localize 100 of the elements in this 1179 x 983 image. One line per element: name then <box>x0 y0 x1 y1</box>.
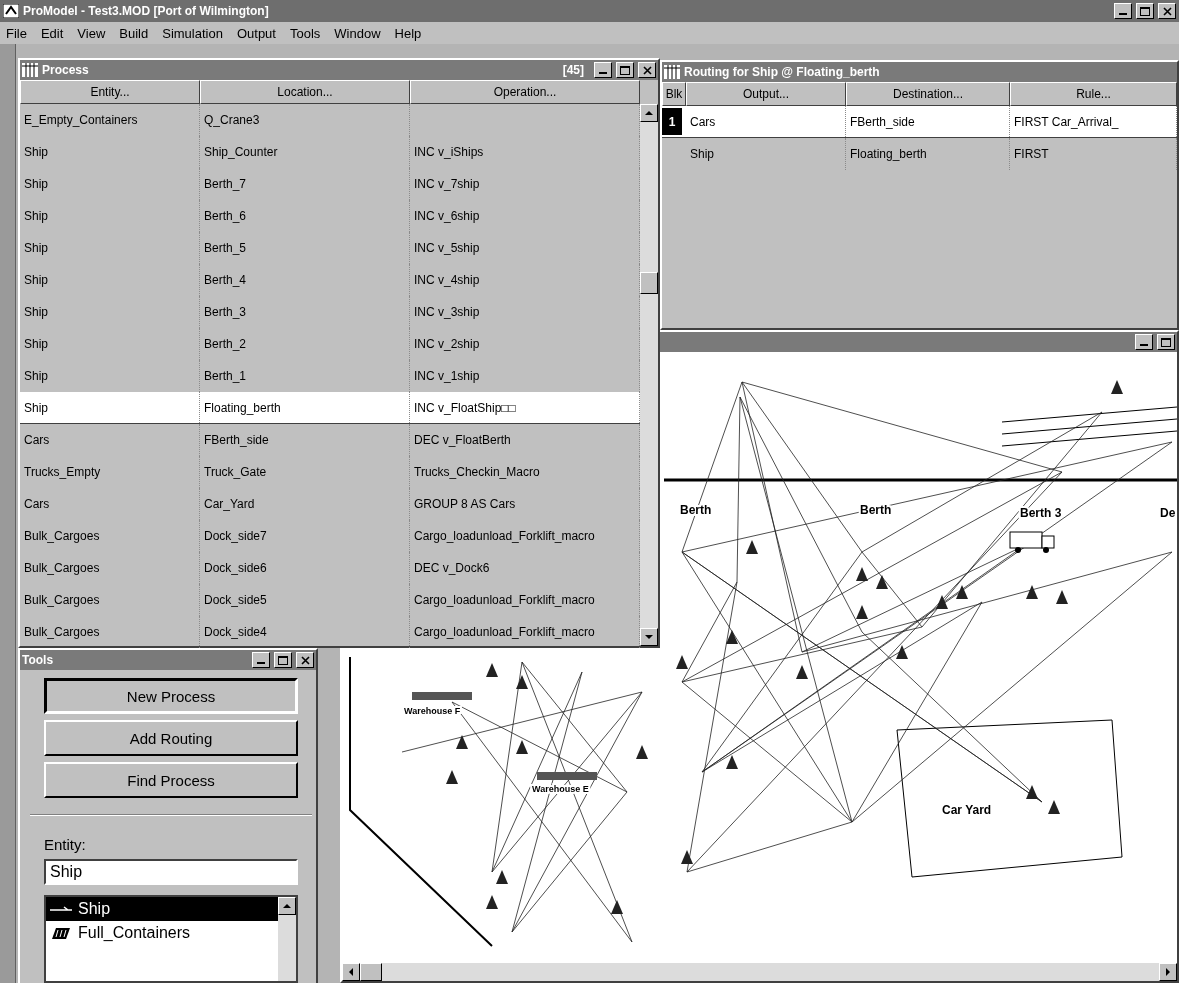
warehouse-icon <box>412 692 472 700</box>
table-cell: Floating_berth <box>200 392 410 423</box>
location-label: Berth 3 <box>1020 506 1062 520</box>
menu-item[interactable]: Tools <box>289 25 321 41</box>
vertical-scrollbar[interactable] <box>640 104 658 646</box>
right-arrow-icon <box>1164 968 1172 976</box>
table-cell: Truck_Gate <box>200 456 410 488</box>
table-cell: Ship <box>20 232 200 264</box>
maximize-button[interactable] <box>1136 3 1154 19</box>
window-title: Tools <box>22 653 54 667</box>
scroll-thumb[interactable] <box>360 963 382 981</box>
table-cell: Berth_5 <box>200 232 410 264</box>
location-label: Berth <box>680 503 712 517</box>
table-cell: Ship <box>20 328 200 360</box>
table-cell: Berth_3 <box>200 296 410 328</box>
close-button[interactable] <box>1158 3 1176 19</box>
window-title: Process <box>42 63 89 77</box>
table-icon <box>664 65 680 79</box>
table-cell: Trucks_Empty <box>20 456 200 488</box>
table-cell: Dock_side6 <box>200 552 410 584</box>
scroll-up-button[interactable] <box>640 104 658 122</box>
scroll-right-button[interactable] <box>1159 963 1177 981</box>
vertical-scrollbar[interactable] <box>278 897 296 981</box>
window-title: Routing for Ship @ Floating_berth <box>684 65 880 79</box>
up-arrow-icon <box>283 902 291 910</box>
maximize-button[interactable] <box>616 62 634 78</box>
maximize-button[interactable] <box>1157 334 1175 350</box>
table-cell: Cars <box>686 106 846 137</box>
table-cell: Dock_side5 <box>200 584 410 616</box>
table-row[interactable]: Ship Floating_berth FIRST <box>662 138 1177 170</box>
entity-field[interactable]: Ship <box>44 859 298 885</box>
container-icon <box>50 926 72 940</box>
column-header[interactable]: Entity... <box>20 80 200 104</box>
tool-button[interactable]: Add Routing <box>44 720 298 756</box>
table-cell: Bulk_Cargoes <box>20 584 200 616</box>
left-arrow-icon <box>347 968 355 976</box>
table-cell: Bulk_Cargoes <box>20 520 200 552</box>
close-icon <box>300 655 310 665</box>
tool-button[interactable]: New Process <box>44 678 298 714</box>
menu-item[interactable]: Simulation <box>162 25 223 41</box>
scroll-thumb[interactable] <box>640 272 658 294</box>
maximize-icon <box>278 655 288 665</box>
table-cell: Ship <box>20 392 200 423</box>
minimize-button[interactable] <box>1114 3 1132 19</box>
up-arrow-icon <box>645 109 653 117</box>
column-header[interactable]: Operation... <box>410 80 640 104</box>
column-header[interactable]: Destination... <box>846 82 1010 106</box>
close-icon <box>642 65 652 75</box>
menu-item[interactable]: Edit <box>40 25 64 41</box>
table-cell: Car_Yard <box>200 488 410 520</box>
menu-item[interactable]: Window <box>334 25 381 41</box>
block-number: 1 <box>662 108 682 135</box>
list-item[interactable]: Ship <box>46 897 278 921</box>
table-cell: Bulk_Cargoes <box>20 552 200 584</box>
maximize-button[interactable] <box>274 652 292 668</box>
minimize-button[interactable] <box>1135 334 1153 350</box>
minimize-button[interactable] <box>252 652 270 668</box>
close-button[interactable] <box>296 652 314 668</box>
ship-icon <box>50 905 72 913</box>
table-row[interactable]: 1 Cars FBerth_side FIRST Car_Arrival_ <box>662 106 1177 138</box>
table-cell: Ship <box>20 264 200 296</box>
column-header[interactable]: Blk <box>662 82 686 106</box>
location-label: Car Yard <box>942 803 992 817</box>
column-header[interactable]: Location... <box>200 80 410 104</box>
location-label: Warehouse F <box>404 706 461 716</box>
warehouse-icon <box>537 772 597 780</box>
table-cell: FBerth_side <box>846 106 1010 137</box>
scroll-up-button[interactable] <box>278 897 296 915</box>
scroll-down-button[interactable] <box>640 628 658 646</box>
menu-item[interactable]: Output <box>236 25 276 41</box>
table-cell: Q_Crane3 <box>200 104 410 136</box>
table-cell: Berth_2 <box>200 328 410 360</box>
table-cell: Dock_side7 <box>200 520 410 552</box>
column-header[interactable]: Output... <box>686 82 846 106</box>
maximize-icon <box>1161 337 1171 347</box>
column-header[interactable]: Rule... <box>1010 82 1177 106</box>
menu-item[interactable]: File <box>6 25 27 41</box>
maximize-icon <box>620 65 630 75</box>
table-cell: Berth_7 <box>200 168 410 200</box>
close-button[interactable] <box>638 62 656 78</box>
menu-item[interactable]: View <box>77 25 106 41</box>
down-arrow-icon <box>645 633 653 641</box>
truck-icon <box>1009 531 1055 553</box>
table-cell: Berth_4 <box>200 264 410 296</box>
table-row[interactable]: Ship Floating_berth INC v_FloatShip□□ <box>20 392 640 424</box>
table-cell: FIRST Car_Arrival_ <box>1010 106 1177 137</box>
scroll-left-button[interactable] <box>342 963 360 981</box>
menu-item[interactable]: Build <box>119 25 149 41</box>
location-label: De <box>1160 506 1176 520</box>
horizontal-scrollbar[interactable] <box>342 963 1177 981</box>
menu-item[interactable]: Help <box>394 25 422 41</box>
table-cell: FIRST <box>1010 138 1177 170</box>
table-icon <box>22 63 38 77</box>
table-cell: Ship <box>20 168 200 200</box>
maximize-icon <box>1140 6 1150 16</box>
table-cell: Berth_6 <box>200 200 410 232</box>
minimize-button[interactable] <box>594 62 612 78</box>
record-count: [45] <box>562 63 584 77</box>
table-cell: Cars <box>20 424 200 456</box>
tool-button[interactable]: Find Process <box>44 762 298 798</box>
